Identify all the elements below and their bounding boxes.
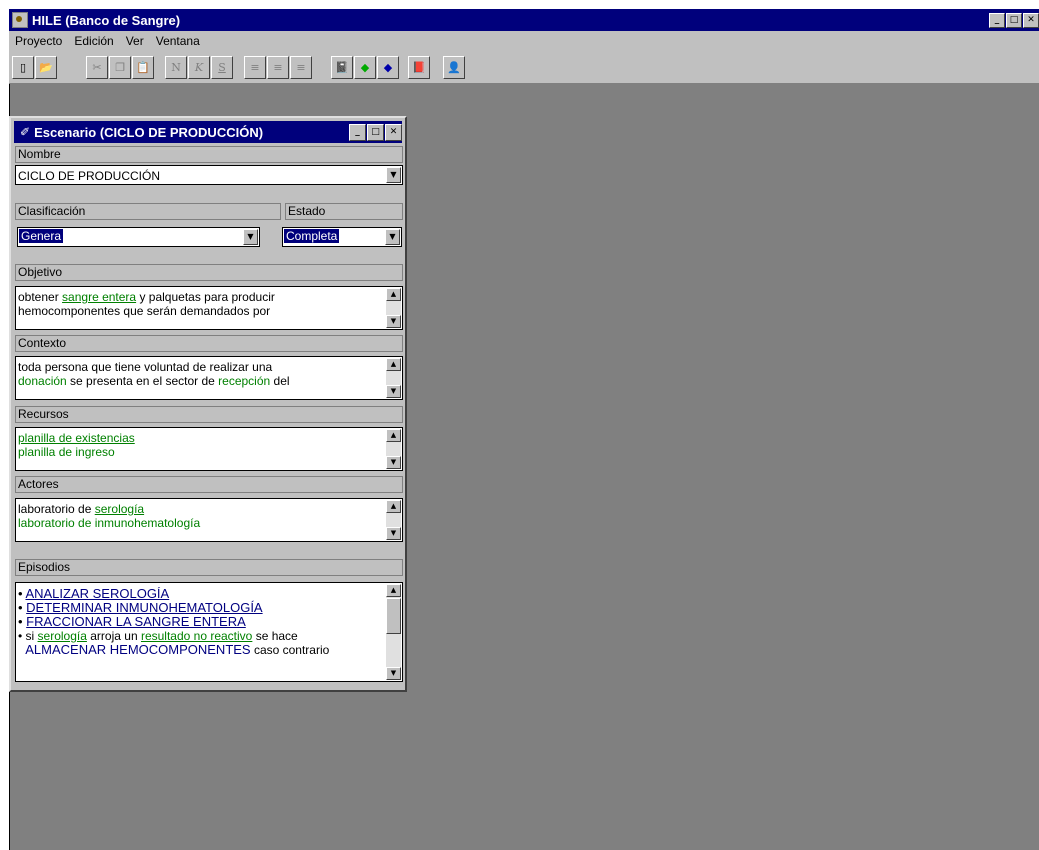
contexto-textarea[interactable]: toda persona que tiene voluntad de reali… [15, 356, 403, 400]
actores-scrollbar[interactable]: ▲ ▼ [386, 500, 401, 540]
clasificacion-value: Genera [19, 229, 64, 243]
blue-eraser-icon[interactable]: ◆ [377, 55, 399, 79]
actores-link-serologia[interactable]: serología [95, 502, 144, 516]
scenario-maximize-button[interactable]: □ [367, 123, 384, 141]
clasificacion-label: Clasificación [15, 203, 281, 220]
minimize-button[interactable]: _ [989, 12, 1005, 28]
scenario-titlebar[interactable]: ✐ Escenario (CICLO DE PRODUCCIÓN) _ □ ✕ [14, 121, 402, 143]
contexto-scrollbar[interactable]: ▲ ▼ [386, 358, 401, 398]
menu-bar: Proyecto Edición Ver Ventana [9, 31, 1039, 51]
contexto-label: Contexto [15, 335, 403, 352]
contexto-link-donacion[interactable]: donación [18, 374, 67, 388]
episodios-label: Episodios [15, 559, 403, 576]
open-folder-icon[interactable]: 📂 [35, 55, 57, 79]
scroll-down-icon[interactable]: ▼ [386, 385, 401, 398]
align-center-icon[interactable]: ≡ [267, 55, 289, 79]
actores-label: Actores [15, 476, 403, 493]
episodios-textarea[interactable]: • ANALIZAR SEROLOGÍA • DETERMINAR INMUNO… [15, 582, 403, 682]
toolbar: ▯ 📂 ✂ ❐ 📋 N K S ≡ ≡ ≡ 📓 ◆ ◆ 📕 👤 [9, 51, 1039, 84]
recursos-label: Recursos [15, 406, 403, 423]
scenario-minimize-button[interactable]: _ [349, 123, 366, 141]
scroll-thumb[interactable] [386, 598, 401, 634]
recursos-text: planilla de existencias planilla de ingr… [18, 431, 384, 459]
maximize-button[interactable]: □ [1006, 12, 1022, 28]
chevron-down-icon[interactable]: ▼ [243, 229, 258, 245]
episode-link[interactable]: DETERMINAR INMUNOHEMATOLOGÍA [26, 600, 262, 615]
italic-icon[interactable]: K [188, 55, 210, 79]
estado-select[interactable]: Completa ▼ [282, 227, 402, 247]
chevron-down-icon[interactable]: ▼ [386, 167, 401, 183]
episode-link[interactable]: FRACCIONAR LA SANGRE ENTERA [26, 614, 246, 629]
paste-icon[interactable]: 📋 [132, 55, 154, 79]
recursos-textarea[interactable]: planilla de existencias planilla de ingr… [15, 427, 403, 471]
nombre-select[interactable]: CICLO DE PRODUCCIÓN ▼ [15, 165, 403, 185]
scroll-down-icon[interactable]: ▼ [386, 315, 401, 328]
objetivo-text: obtener sangre entera y palquetas para p… [18, 290, 275, 318]
nombre-value: CICLO DE PRODUCCIÓN [18, 169, 161, 183]
menu-ventana[interactable]: Ventana [150, 34, 206, 48]
objetivo-scrollbar[interactable]: ▲ ▼ [386, 288, 401, 328]
scenario-close-button[interactable]: ✕ [385, 123, 402, 141]
scroll-up-icon[interactable]: ▲ [386, 288, 401, 301]
estado-label: Estado [285, 203, 403, 220]
app-title: HILE (Banco de Sangre) [32, 12, 181, 28]
scroll-up-icon[interactable]: ▲ [386, 584, 401, 597]
book-icon[interactable]: 📕 [408, 55, 430, 79]
objetivo-label: Objetivo [15, 264, 403, 281]
episode-link[interactable]: ANALIZAR SEROLOGÍA [25, 587, 169, 601]
clasificacion-select[interactable]: Genera ▼ [17, 227, 260, 247]
nombre-label: Nombre [15, 146, 403, 163]
app-titlebar[interactable]: HILE (Banco de Sangre) _ □ ✕ [9, 9, 1039, 31]
actores-text: laboratorio de serología laboratorio de … [18, 502, 384, 530]
new-document-icon[interactable]: ▯ [12, 55, 34, 79]
align-left-icon[interactable]: ≡ [244, 55, 266, 79]
actores-item[interactable]: laboratorio de inmunohematología [18, 516, 384, 530]
notebook-icon[interactable]: 📓 [331, 55, 353, 79]
recursos-item[interactable]: planilla de existencias [18, 431, 384, 445]
cut-icon[interactable]: ✂ [86, 55, 108, 79]
scroll-up-icon[interactable]: ▲ [386, 500, 401, 513]
scenario-window: ✐ Escenario (CICLO DE PRODUCCIÓN) _ □ ✕ … [9, 116, 407, 692]
episodios-scrollbar[interactable]: ▲ ▼ [386, 584, 401, 680]
episode-term-link[interactable]: serología [38, 629, 87, 643]
person-icon[interactable]: 👤 [443, 55, 465, 79]
recursos-item[interactable]: planilla de ingreso [18, 445, 384, 459]
scroll-down-icon[interactable]: ▼ [386, 527, 401, 540]
underline-icon[interactable]: S [211, 55, 233, 79]
app-icon [12, 12, 28, 28]
actores-textarea[interactable]: laboratorio de serología laboratorio de … [15, 498, 403, 542]
scroll-down-icon[interactable]: ▼ [386, 667, 401, 680]
scenario-title: Escenario (CICLO DE PRODUCCIÓN) [34, 124, 264, 140]
episodios-text: • ANALIZAR SEROLOGÍA • DETERMINAR INMUNO… [18, 587, 330, 657]
menu-edicion[interactable]: Edición [68, 34, 119, 48]
estado-value: Completa [284, 229, 340, 243]
scroll-up-icon[interactable]: ▲ [386, 358, 401, 371]
recursos-scrollbar[interactable]: ▲ ▼ [386, 429, 401, 469]
menu-proyecto[interactable]: Proyecto [9, 34, 68, 48]
scroll-up-icon[interactable]: ▲ [386, 429, 401, 442]
close-button[interactable]: ✕ [1023, 12, 1039, 28]
align-right-icon[interactable]: ≡ [290, 55, 312, 79]
objetivo-link[interactable]: sangre entera [62, 290, 136, 304]
chevron-down-icon[interactable]: ▼ [385, 229, 400, 245]
green-eraser-icon[interactable]: ◆ [354, 55, 376, 79]
copy-icon[interactable]: ❐ [109, 55, 131, 79]
contexto-text: toda persona que tiene voluntad de reali… [18, 360, 290, 388]
contexto-link-recepcion[interactable]: recepción [218, 374, 270, 388]
episode-link[interactable]: ALMACENAR HEMOCOMPONENTES [25, 642, 250, 657]
menu-ver[interactable]: Ver [120, 34, 150, 48]
episode-term-link[interactable]: resultado no reactivo [141, 629, 252, 643]
scenario-window-icon: ✐ [20, 125, 31, 139]
scroll-down-icon[interactable]: ▼ [386, 456, 401, 469]
bold-icon[interactable]: N [165, 55, 187, 79]
objetivo-textarea[interactable]: obtener sangre entera y palquetas para p… [15, 286, 403, 330]
